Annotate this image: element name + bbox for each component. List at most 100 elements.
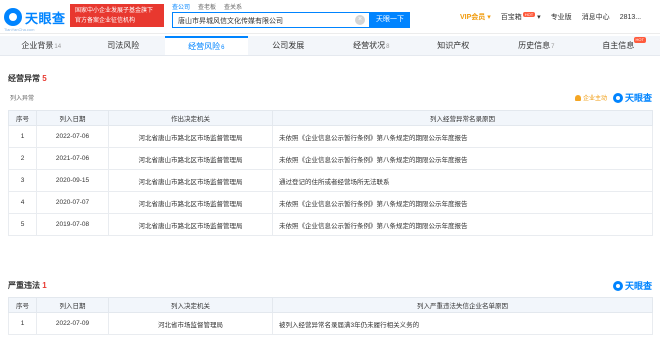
row-index: 1: [8, 125, 37, 148]
column-header: 作出决定机关: [108, 110, 273, 126]
row-authority: 河北省唐山市路北区市场监督管理局: [108, 191, 273, 214]
tab-count: 14: [54, 44, 62, 50]
tab-label: 历史信息: [518, 41, 551, 50]
row-reason: 未依照《企业信息公示暂行条例》第八条规定的期限公示年度报告: [272, 125, 653, 148]
top-bar: 天眼查 TianYanCha.com 国家中小企业发展子基金旗下 官方备案企业征…: [0, 0, 660, 34]
column-header: 序号: [8, 110, 37, 126]
eye-logo-icon: [612, 280, 623, 291]
chevron-down-icon: ▾: [487, 14, 491, 21]
tab-self-info[interactable]: 自主信息 HOT: [578, 36, 660, 55]
hot-badge: HOT: [633, 37, 646, 43]
tab-label: 司法风险: [107, 41, 140, 50]
section-count: 1: [42, 281, 47, 290]
search-input[interactable]: 唐山市昇城风信文化传媒有限公司 ×: [172, 12, 370, 28]
tab-intellectual-property[interactable]: 知识产权: [413, 36, 496, 55]
row-index: 2: [8, 147, 37, 170]
vip-link[interactable]: VIP会员 ▾: [460, 12, 491, 22]
tab-label: 自主信息: [602, 41, 635, 50]
table-row: 4 2020-07-07 河北省唐山市路北区市场监督管理局 未依照《企业信息公示…: [8, 191, 653, 214]
tianyancha-watermark: 天眼查: [612, 91, 652, 104]
tab-count: 8: [386, 44, 390, 50]
tab-count: 6: [221, 45, 225, 51]
row-reason: 被列入经营异常名录届满3年仍未履行相关义务的: [272, 312, 653, 335]
logo-subtitle: TianYanCha.com: [4, 27, 35, 32]
tab-label: 经营状况: [353, 41, 386, 50]
row-reason: 未依照《企业信息公示暂行条例》第八条规定的期限公示年度报告: [272, 213, 653, 236]
tab-label: 企业背景: [21, 41, 54, 50]
section-title-text: 严重违法: [8, 281, 40, 290]
row-authority: 河北省唐山市路北区市场监督管理局: [108, 125, 273, 148]
row-reason: 未依照《企业信息公示暂行条例》第八条规定的期限公示年度报告: [272, 147, 653, 170]
pro-link[interactable]: 专业版: [551, 12, 572, 22]
tab-label: 知识产权: [437, 41, 470, 50]
tab-enterprise-background[interactable]: 企业背景14: [0, 36, 83, 55]
tab-company-development[interactable]: 公司发展: [248, 36, 331, 55]
search-tab-relation[interactable]: 查关系: [224, 2, 242, 11]
table-row: 5 2019-07-08 河北省唐山市路北区市场监督管理局 未依照《企业信息公示…: [8, 213, 653, 236]
section-title-text: 经营异常: [8, 74, 40, 83]
column-header: 列入严重违法失信企业名单原因: [272, 297, 653, 313]
row-date: 2019-07-08: [36, 213, 109, 236]
column-header: 列入日期: [36, 110, 109, 126]
row-authority: 河北省唐山市路北区市场监督管理局: [108, 147, 273, 170]
tab-operating-status[interactable]: 经营状况8: [330, 36, 413, 55]
row-reason: 通过登记的住所或者经营场所无法联系: [272, 169, 653, 192]
search-tab-boss[interactable]: 查老板: [198, 2, 216, 11]
tab-history[interactable]: 历史信息7: [495, 36, 578, 55]
section-title-abnormal: 经营异常 5: [8, 73, 47, 84]
tianyancha-watermark: 天眼查: [612, 279, 652, 292]
section-tabs: 企业背景14 司法风险 经营风险6 公司发展 经营状况8 知识产权 历史信息7 …: [0, 36, 660, 56]
table-header-row: 序号 列入日期 作出决定机关 列入经营异常名录原因: [8, 110, 653, 126]
section-count: 5: [42, 74, 47, 83]
row-index: 4: [8, 191, 37, 214]
column-header: 列入日期: [36, 297, 109, 313]
search-tab-company[interactable]: 查公司: [172, 2, 190, 11]
row-date: 2020-09-15: [36, 169, 109, 192]
tab-judicial-risk[interactable]: 司法风险: [83, 36, 166, 55]
violation-toolbar: 天眼查: [612, 279, 652, 292]
row-authority: 河北省唐山市路北区市场监督管理局: [108, 213, 273, 236]
eye-logo-icon: [612, 92, 623, 103]
column-header: 序号: [8, 297, 37, 313]
eye-logo-icon: [4, 8, 22, 26]
watermark-text: 天眼查: [624, 281, 652, 291]
banner-line-1: 国家中小企业发展子基金旗下: [75, 8, 154, 14]
hot-badge: HOT: [522, 12, 536, 17]
column-header: 列入经营异常名录原因: [272, 110, 653, 126]
promo-banner[interactable]: 国家中小企业发展子基金旗下 官方备案企业征信机构: [70, 4, 164, 27]
tab-label: 经营风险: [188, 42, 221, 51]
row-date: 2021-07-06: [36, 147, 109, 170]
tab-operating-risk[interactable]: 经营风险6: [165, 36, 248, 55]
follow-label: 企业主动: [582, 96, 607, 102]
abnormal-toolbar: 企业主动 天眼查: [574, 91, 652, 104]
search-input-value: 唐山市昇城风信文化传媒有限公司: [178, 18, 283, 25]
row-index: 3: [8, 169, 37, 192]
search-button[interactable]: 天眼一下: [370, 12, 410, 28]
logo[interactable]: 天眼查: [4, 6, 66, 28]
list-label: 列入异常: [10, 96, 35, 102]
row-reason: 未依照《企业信息公示暂行条例》第八条规定的期限公示年度报告: [272, 191, 653, 214]
toolbox-link[interactable]: 百宝箱 HOT ▾: [501, 12, 541, 22]
vip-label: VIP会员: [460, 14, 486, 21]
row-index: 1: [8, 312, 37, 335]
clear-icon[interactable]: ×: [355, 15, 365, 25]
toolbox-label: 百宝箱: [500, 14, 522, 21]
bell-icon: [574, 94, 581, 101]
abnormal-table: 序号 列入日期 作出决定机关 列入经营异常名录原因 1 2022-07-06 河…: [8, 110, 653, 236]
row-index: 5: [8, 213, 37, 236]
watermark-text: 天眼查: [624, 93, 652, 103]
table-row: 3 2020-09-15 河北省唐山市路北区市场监督管理局 通过登记的住所或者经…: [8, 169, 653, 192]
messages-link[interactable]: 消息中心: [582, 12, 610, 22]
row-date: 2022-07-06: [36, 125, 109, 148]
logo-text: 天眼查: [25, 10, 66, 26]
row-authority: 河北省市场监督管理局: [108, 312, 273, 335]
follow-button[interactable]: 企业主动: [574, 93, 607, 102]
table-row: 1 2022-07-09 河北省市场监督管理局 被列入经营异常名录届满3年仍未履…: [8, 312, 653, 335]
row-date: 2022-07-09: [36, 312, 109, 335]
row-date: 2020-07-07: [36, 191, 109, 214]
user-menu[interactable]: 2813...: [620, 14, 641, 21]
search-type-tabs: 查公司 查老板 查关系: [172, 2, 242, 11]
row-authority: 河北省唐山市路北区市场监督管理局: [108, 169, 273, 192]
banner-line-2: 官方备案企业征信机构: [75, 18, 136, 24]
column-header: 列入决定机关: [108, 297, 273, 313]
